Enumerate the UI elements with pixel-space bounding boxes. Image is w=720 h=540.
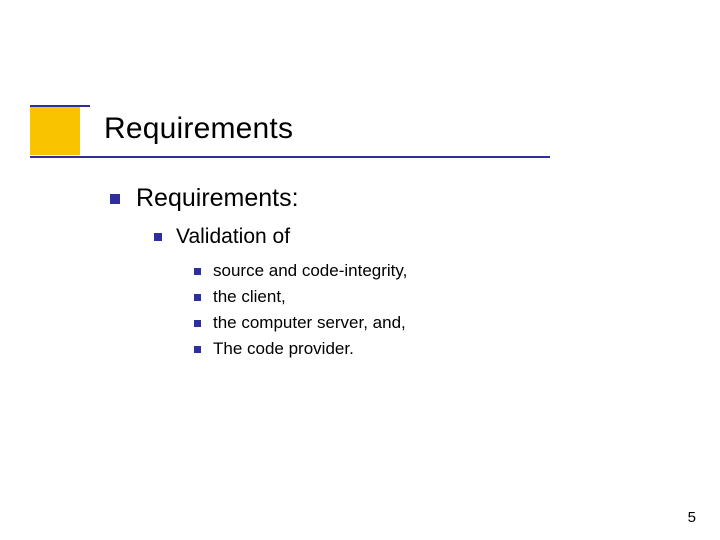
bullet-level2-text: Validation of xyxy=(176,225,290,249)
square-bullet-icon xyxy=(194,320,201,327)
slide-title: Requirements xyxy=(104,112,293,146)
level3-container: source and code-integrity, the client, t… xyxy=(194,261,670,359)
title-rule-bottom xyxy=(30,156,550,158)
bullet-level3-text: the computer server, and, xyxy=(213,313,406,333)
bullet-level3: the computer server, and, xyxy=(194,313,670,333)
page-number: 5 xyxy=(688,509,696,526)
bullet-level3: The code provider. xyxy=(194,339,670,359)
square-bullet-icon xyxy=(194,294,201,301)
square-bullet-icon xyxy=(110,194,120,204)
bullet-level1: Requirements: xyxy=(110,184,670,213)
square-bullet-icon xyxy=(194,346,201,353)
bullet-level3-text: The code provider. xyxy=(213,339,354,359)
square-bullet-icon xyxy=(154,233,162,241)
bullet-level3-text: the client, xyxy=(213,287,286,307)
bullet-level2: Validation of xyxy=(154,225,670,249)
bullet-level3: source and code-integrity, xyxy=(194,261,670,281)
slide-body: Requirements: Validation of source and c… xyxy=(110,184,670,365)
level2-container: Validation of source and code-integrity,… xyxy=(154,225,670,359)
bullet-level3: the client, xyxy=(194,287,670,307)
title-rule-top xyxy=(30,105,90,107)
accent-square xyxy=(30,105,80,155)
slide: Requirements Requirements: Validation of… xyxy=(0,0,720,540)
square-bullet-icon xyxy=(194,268,201,275)
bullet-level3-text: source and code-integrity, xyxy=(213,261,407,281)
bullet-level1-text: Requirements: xyxy=(136,184,299,213)
